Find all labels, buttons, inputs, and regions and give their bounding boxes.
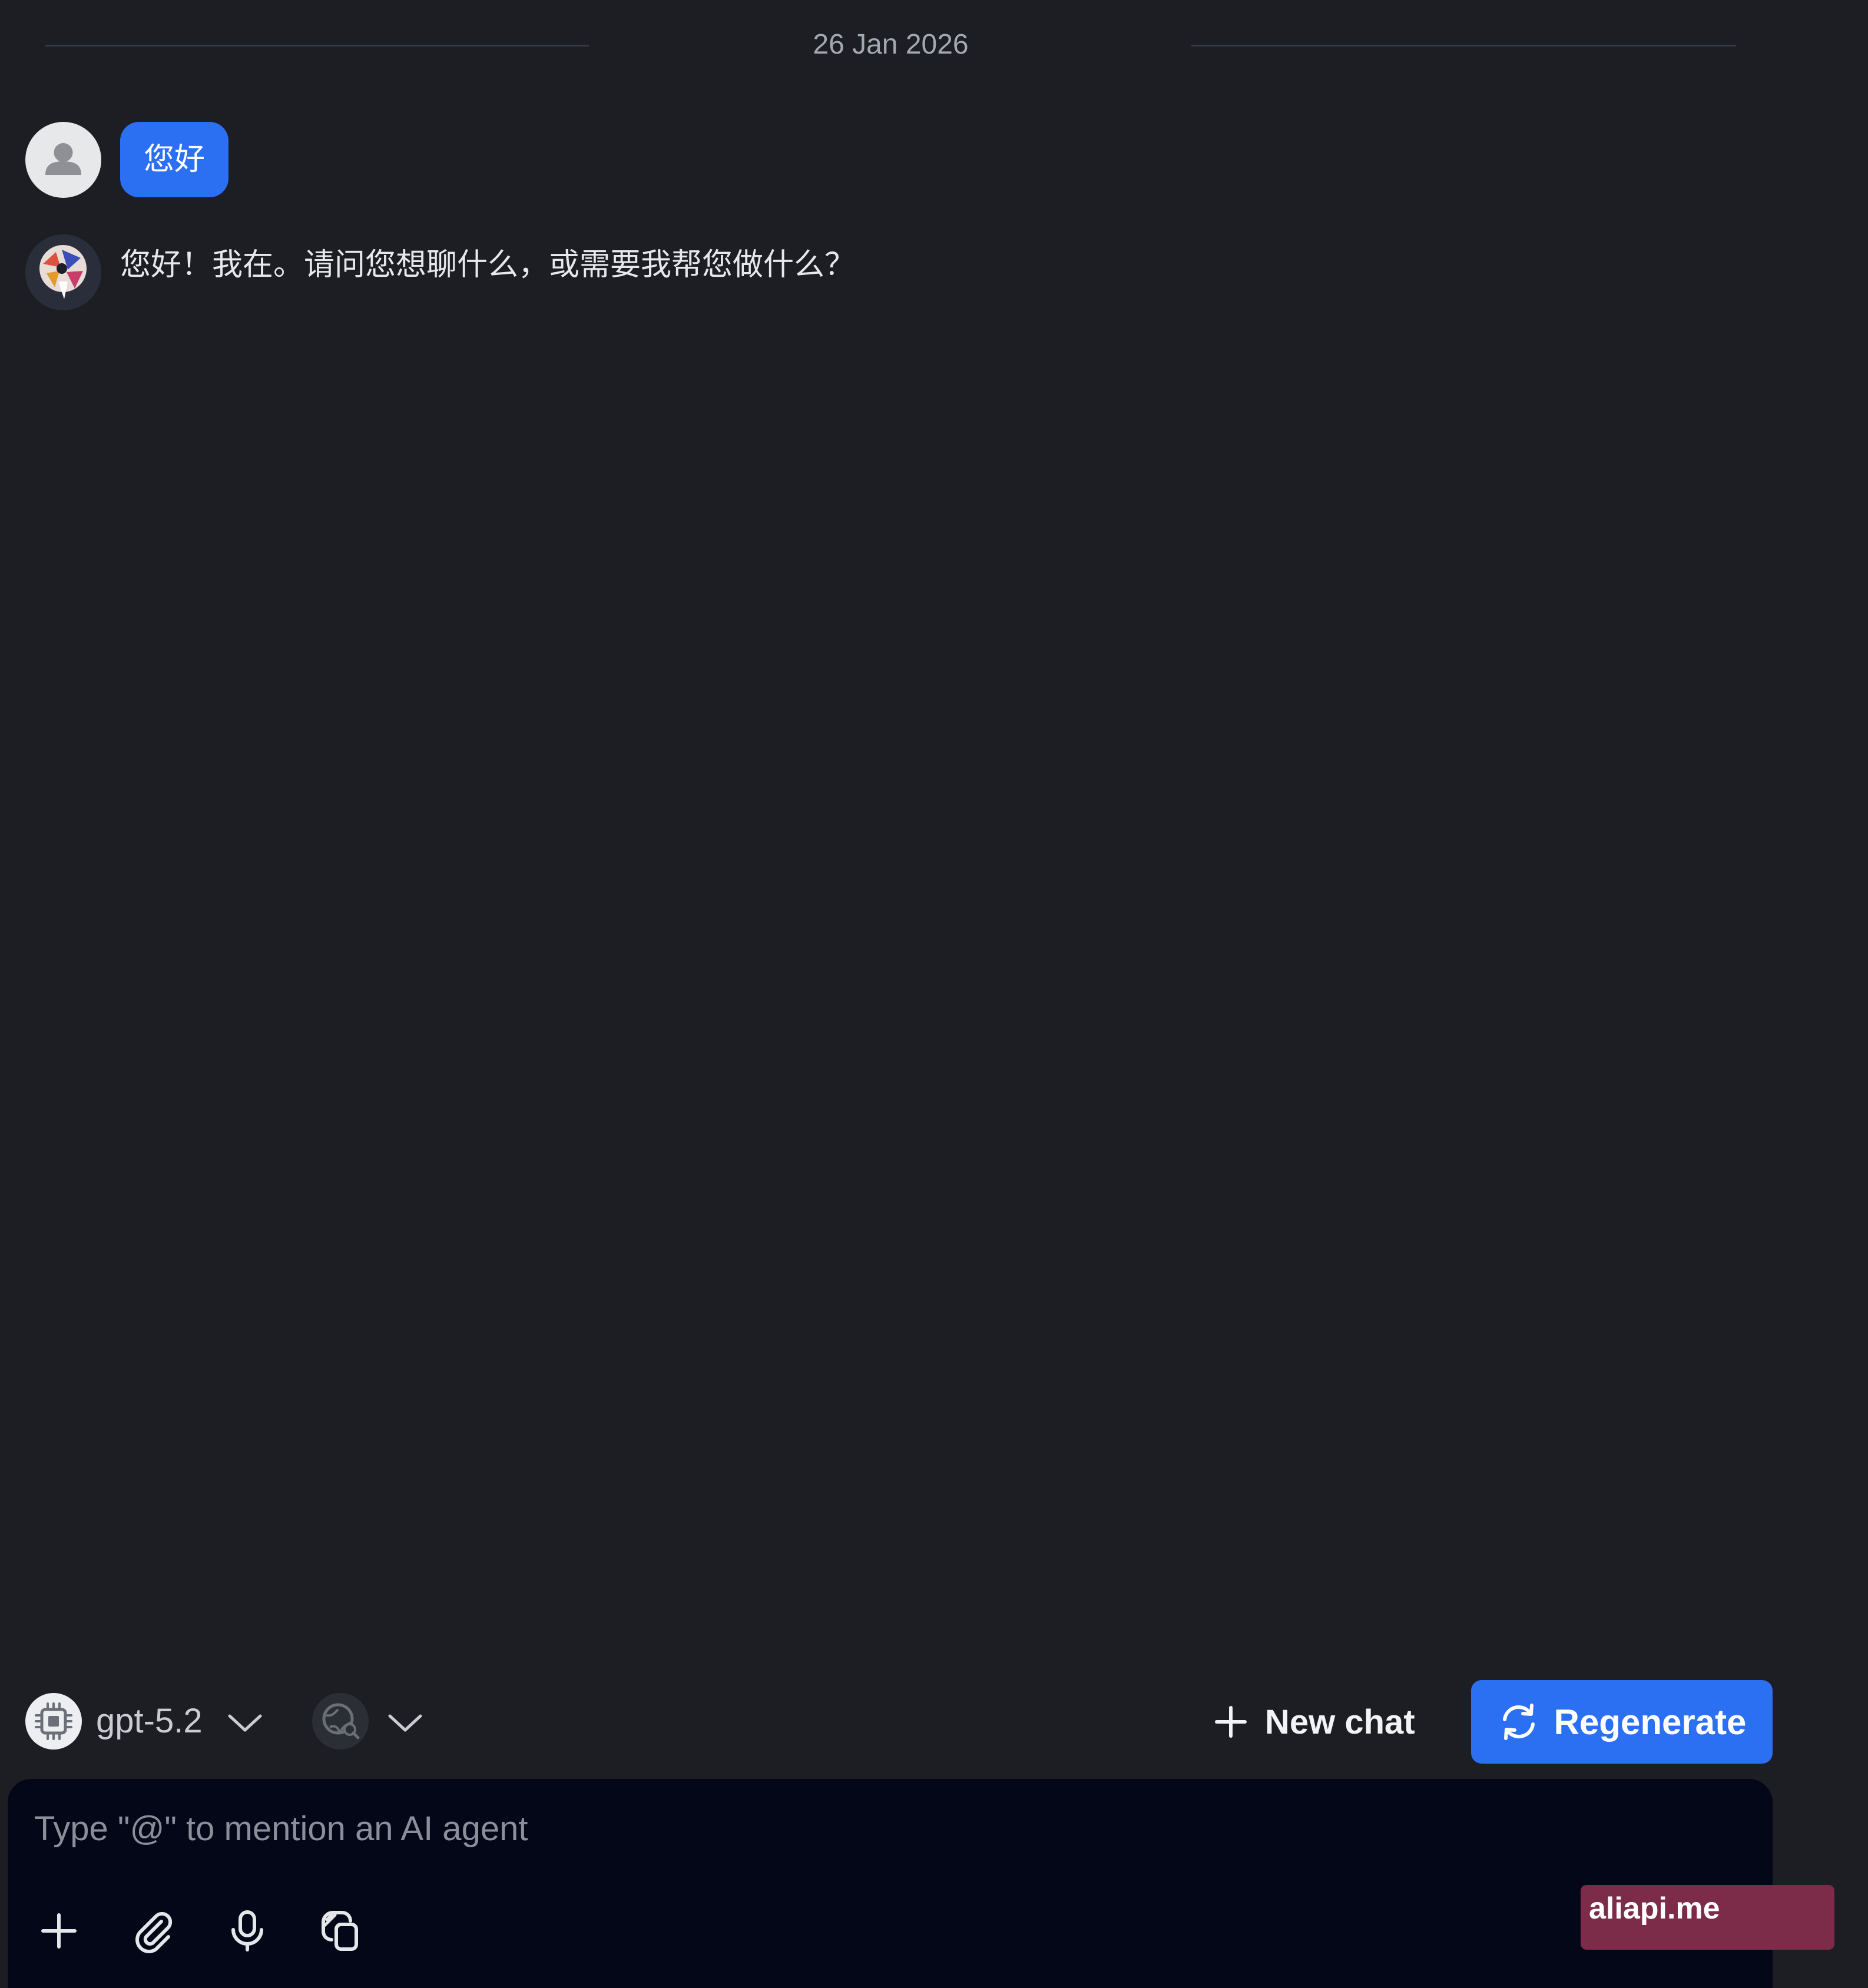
- chevron-down-icon: [228, 1714, 262, 1732]
- web-search-toggle[interactable]: [312, 1693, 369, 1750]
- voice-input-button[interactable]: [218, 1901, 277, 1960]
- agent-avatar-icon: [25, 234, 101, 310]
- regenerate-button[interactable]: Regenerate: [1471, 1680, 1773, 1764]
- globe-search-icon: [322, 1703, 360, 1740]
- new-chat-button[interactable]: New chat: [1213, 1691, 1443, 1752]
- watermark-badge: aliapi.me: [1581, 1885, 1834, 1950]
- user-message-bubble: 您好: [120, 122, 229, 197]
- paperclip-icon: [135, 1911, 173, 1953]
- message-input[interactable]: [34, 1803, 1506, 1856]
- web-search-dropdown-chevron[interactable]: [386, 1711, 424, 1735]
- model-dropdown-chevron[interactable]: [226, 1711, 264, 1735]
- assistant-avatar: [25, 234, 101, 310]
- assistant-message-text: 您好！我在。请问您想聊什么，或需要我帮您做什么？: [120, 248, 856, 282]
- copy-button[interactable]: [312, 1901, 371, 1960]
- new-chat-label: New chat: [1265, 1702, 1415, 1741]
- composer-add-button[interactable]: [29, 1901, 88, 1960]
- user-avatar: [25, 122, 101, 198]
- model-selector-icon[interactable]: [25, 1693, 82, 1750]
- person-icon: [45, 143, 81, 175]
- plus-icon: [1215, 1706, 1247, 1738]
- copy-icon: [322, 1911, 358, 1951]
- chevron-down-icon: [388, 1714, 422, 1732]
- date-divider-left: [45, 45, 589, 47]
- date-divider-right: [1191, 45, 1736, 47]
- plus-icon: [41, 1913, 77, 1949]
- regenerate-label: Regenerate: [1554, 1702, 1747, 1742]
- message-composer: [8, 1779, 1773, 1988]
- chip-icon: [35, 1702, 72, 1740]
- model-selector-label[interactable]: gpt-5.2: [96, 1701, 203, 1742]
- microphone-icon: [231, 1910, 263, 1951]
- refresh-icon: [1502, 1704, 1535, 1740]
- date-divider-label: 26 Jan 2026: [813, 29, 969, 60]
- attach-file-button[interactable]: [124, 1901, 183, 1960]
